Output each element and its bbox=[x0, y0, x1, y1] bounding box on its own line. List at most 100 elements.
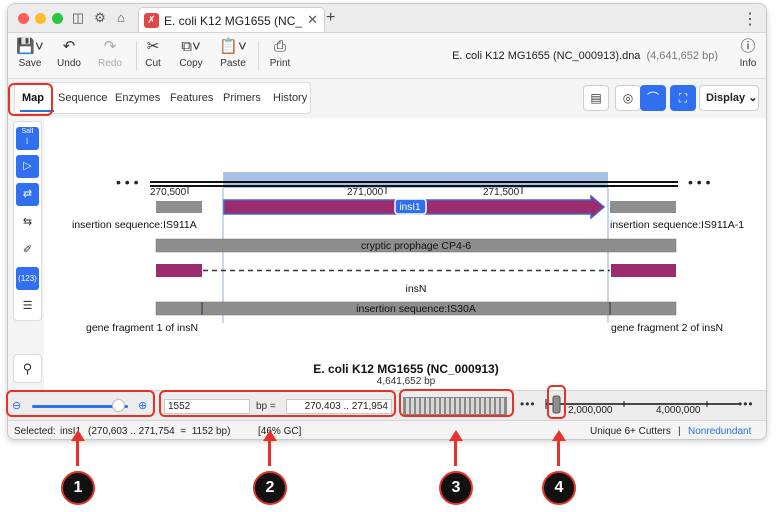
map-title: E. coli K12 MG1655 (NC_000913) bbox=[313, 362, 499, 376]
view-tabs: Map Sequence Enzymes Features Primers Hi… bbox=[14, 82, 311, 114]
orf-arrows-icon: ⇄ bbox=[22, 188, 33, 200]
reverse-tool-button[interactable]: ⇆ bbox=[16, 211, 39, 234]
linear-map-icon: ▤ bbox=[590, 91, 602, 105]
status-selected-prefix: Selected: bbox=[14, 426, 56, 437]
display-menu-button[interactable]: Display ⌄ bbox=[699, 85, 759, 111]
tab-features[interactable]: Features bbox=[170, 92, 213, 104]
feature-insN-right[interactable] bbox=[611, 264, 676, 277]
view-bar: Map Sequence Enzymes Features Primers Hi… bbox=[8, 80, 766, 118]
scissors-icon: ✂ bbox=[146, 38, 160, 55]
tab-title: E. coli K12 MG1655 (NC_000913) bbox=[164, 14, 302, 28]
fit-view-button[interactable]: ⛶ bbox=[670, 85, 696, 111]
enzyme-tool-button[interactable]: SalI ⌊ bbox=[16, 127, 39, 150]
printer-icon: ⎙ bbox=[273, 38, 286, 55]
feature-is911a[interactable] bbox=[156, 201, 202, 213]
copy-button[interactable]: ⧉˅ Copy bbox=[171, 37, 211, 75]
tab-close-icon[interactable]: ✕ bbox=[307, 12, 318, 28]
left-continuation-dots: • • • bbox=[116, 174, 139, 190]
fit-icon: ⛶ bbox=[678, 91, 688, 105]
save-button[interactable]: 💾˅ Save bbox=[10, 37, 50, 75]
status-cutters[interactable]: Unique 6+ Cutters bbox=[590, 426, 671, 437]
text-lines-icon: ☰ bbox=[22, 300, 33, 312]
numbers-tool-button[interactable]: (123) bbox=[16, 267, 39, 290]
feature-label: insN bbox=[405, 283, 426, 295]
highlight-map-tab bbox=[8, 83, 53, 116]
maximize-window-button[interactable] bbox=[52, 13, 63, 24]
linear-map-toggle[interactable]: ⌒ bbox=[640, 85, 666, 111]
snapgene-logo-icon: ✗ bbox=[144, 13, 159, 28]
save-icon: 💾˅ bbox=[16, 38, 44, 55]
highlight-selection-fields bbox=[159, 390, 396, 417]
info-icon: ⓘ bbox=[740, 38, 756, 55]
feature-insI1-label: insI1 bbox=[399, 202, 421, 213]
sequence-map[interactable]: • • • • • • 270,500 271,000 271,500 insI… bbox=[44, 118, 767, 390]
genome-ruler-label: 2,000,000 bbox=[568, 405, 613, 416]
print-button[interactable]: ⎙ Print bbox=[260, 37, 300, 75]
redo-button[interactable]: ↷ Redo bbox=[90, 37, 130, 75]
toolbar-divider bbox=[258, 41, 259, 71]
orf-tool-button[interactable]: ⇄ bbox=[16, 183, 39, 206]
feature-label: gene fragment 1 of insN bbox=[86, 322, 198, 334]
info-button[interactable]: ⓘ Info bbox=[728, 37, 766, 75]
swap-arrows-icon: ⇆ bbox=[22, 216, 33, 228]
callout-badge-3: 3 bbox=[439, 471, 473, 505]
paste-button[interactable]: 📋˅ Paste bbox=[213, 37, 253, 75]
tab-sequence[interactable]: Sequence bbox=[58, 92, 108, 104]
ruler-continuation-dots: ••• bbox=[520, 397, 536, 411]
gear-icon[interactable]: ⚙ bbox=[92, 10, 108, 26]
ruler-label: 270,500 bbox=[150, 187, 187, 198]
feature-insN-left[interactable] bbox=[156, 264, 202, 277]
tab-enzymes[interactable]: Enzymes bbox=[115, 92, 160, 104]
minimize-window-button[interactable] bbox=[35, 13, 46, 24]
status-separator: | bbox=[678, 426, 681, 437]
ruler-continuation-dots: ••• bbox=[738, 397, 754, 411]
undo-button[interactable]: ↶ Undo bbox=[49, 37, 89, 75]
map-length: 4,641,652 bp bbox=[376, 376, 436, 387]
feature-tool-button[interactable]: ▷ bbox=[16, 155, 39, 178]
highlight-zoom-slider bbox=[6, 390, 155, 417]
brush-icon: ✐ bbox=[22, 244, 33, 256]
feature-label: insertion sequence:IS911A-1 bbox=[610, 219, 744, 231]
more-menu-icon[interactable]: ⋮ bbox=[742, 9, 758, 29]
tab-history[interactable]: History bbox=[273, 92, 307, 104]
sidebar-toggle-icon[interactable]: ◫ bbox=[70, 10, 86, 26]
cut-site-icon: ⌊ bbox=[26, 138, 29, 145]
new-tab-icon[interactable]: + bbox=[326, 9, 335, 27]
status-nonredundant-link[interactable]: Nonredundant bbox=[688, 426, 751, 437]
feature-arrow-icon: ▷ bbox=[23, 160, 32, 172]
tab-primers[interactable]: Primers bbox=[223, 92, 261, 104]
right-continuation-dots: • • • bbox=[688, 174, 711, 190]
map-tools-column: SalI ⌊ ▷ ⇄ ⇆ ✐ (123) ☰ bbox=[13, 121, 42, 321]
circular-view-button[interactable]: ◎ bbox=[615, 85, 641, 111]
genome-ruler-label: 4,000,000 bbox=[656, 405, 701, 416]
text-tool-button[interactable]: ☰ bbox=[16, 295, 39, 318]
draw-tool-button[interactable]: ✐ bbox=[16, 239, 39, 262]
document-name: E. coli K12 MG1655 (NC_000913).dna (4,641… bbox=[452, 50, 718, 62]
map-graphic[interactable]: • • • • • • 270,500 271,000 271,500 insI… bbox=[44, 118, 767, 390]
highlight-genome-handle bbox=[547, 385, 566, 419]
circle-icon: ◎ bbox=[622, 91, 634, 105]
callout-arrow-line bbox=[454, 440, 457, 466]
linear-view-button[interactable]: ▤ bbox=[583, 85, 609, 111]
home-icon[interactable]: ⌂ bbox=[113, 10, 129, 26]
cut-button[interactable]: ✂ Cut bbox=[133, 37, 173, 75]
status-selected-range: (270,603 .. 271,754 = 1152 bp) bbox=[88, 426, 231, 437]
chevron-down-icon: ⌄ bbox=[748, 92, 758, 104]
close-window-button[interactable] bbox=[18, 13, 29, 24]
ruler-label: 271,500 bbox=[483, 187, 520, 198]
status-bar: Selected: insI1 (270,603 .. 271,754 = 11… bbox=[8, 420, 766, 439]
map-search-button[interactable]: ⚲ bbox=[13, 354, 42, 383]
undo-icon: ↶ bbox=[62, 38, 76, 55]
highlight-overview-strip bbox=[399, 389, 514, 417]
feature-is911a-1[interactable] bbox=[610, 201, 676, 213]
feature-label: gene fragment 2 of insN bbox=[611, 322, 723, 334]
paste-icon: 📋˅ bbox=[219, 38, 247, 55]
title-bar: ◫ ⚙ ⌂ ✗ E. coli K12 MG1655 (NC_000913) ✕… bbox=[8, 4, 766, 33]
feature-label: insertion sequence:IS30A bbox=[356, 303, 476, 315]
toolbar: 💾˅ Save ↶ Undo ↷ Redo ✂ Cut ⧉˅ Copy 📋˅ P… bbox=[8, 33, 766, 79]
feature-label: insertion sequence:IS911A bbox=[72, 219, 197, 231]
feature-label: cryptic prophage CP4-6 bbox=[361, 240, 471, 252]
app-window: ◫ ⚙ ⌂ ✗ E. coli K12 MG1655 (NC_000913) ✕… bbox=[7, 3, 767, 440]
copy-icon: ⧉˅ bbox=[181, 38, 201, 55]
document-tab[interactable]: ✗ E. coli K12 MG1655 (NC_000913) ✕ bbox=[138, 7, 325, 32]
